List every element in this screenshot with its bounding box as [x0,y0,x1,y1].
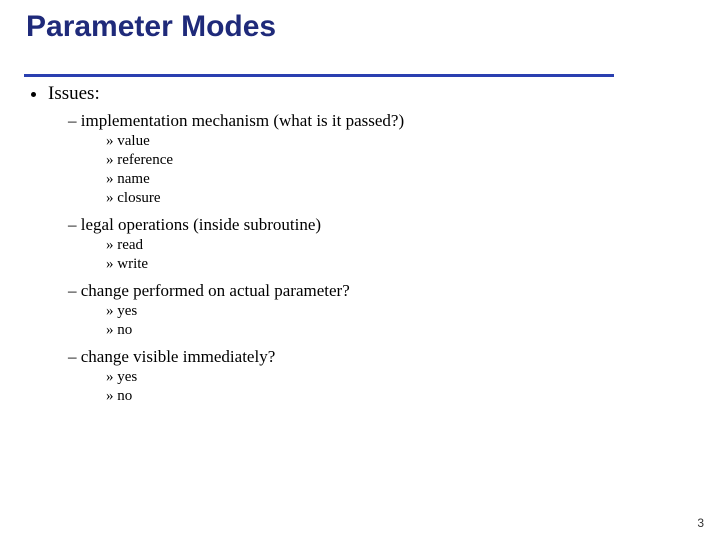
page-number: 3 [697,516,704,530]
level3-item: read [106,237,696,254]
level3-text: read [117,237,143,253]
level3-list: read write [68,237,696,273]
slide: Parameter Modes Issues: implementation m… [0,0,720,540]
level3-item: yes [106,369,696,386]
level3-text: no [117,388,132,404]
level3-text: closure [117,190,160,206]
level3-text: name [117,171,149,187]
level1-list: Issues: implementation mechanism (what i… [24,83,696,405]
level2-list: implementation mechanism (what is it pas… [48,111,696,405]
level2-item: change visible immediately? yes no [68,347,696,405]
level3-text: yes [117,369,137,385]
level3-text: yes [117,303,137,319]
level3-list: yes no [68,369,696,405]
level3-list: yes no [68,303,696,339]
level3-item: value [106,133,696,150]
level2-text: legal operations (inside subroutine) [81,215,321,234]
level2-text: change visible immediately? [81,347,276,366]
level1-item: Issues: implementation mechanism (what i… [48,83,696,405]
level3-list: value reference name closure [68,133,696,207]
level3-item: closure [106,190,696,207]
level3-text: write [117,256,148,272]
level1-text: Issues: [48,83,100,104]
level3-text: no [117,322,132,338]
level3-item: name [106,171,696,188]
level3-item: no [106,388,696,405]
level2-item: change performed on actual parameter? ye… [68,281,696,339]
title-rule [24,74,614,77]
slide-title: Parameter Modes [24,10,696,44]
level2-item: legal operations (inside subroutine) rea… [68,215,696,273]
level3-item: yes [106,303,696,320]
level2-text: change performed on actual parameter? [81,281,350,300]
level3-item: no [106,322,696,339]
level3-text: reference [117,152,173,168]
level3-text: value [117,133,149,149]
level2-text: implementation mechanism (what is it pas… [81,111,404,130]
level3-item: reference [106,152,696,169]
level3-item: write [106,256,696,273]
level2-item: implementation mechanism (what is it pas… [68,111,696,207]
